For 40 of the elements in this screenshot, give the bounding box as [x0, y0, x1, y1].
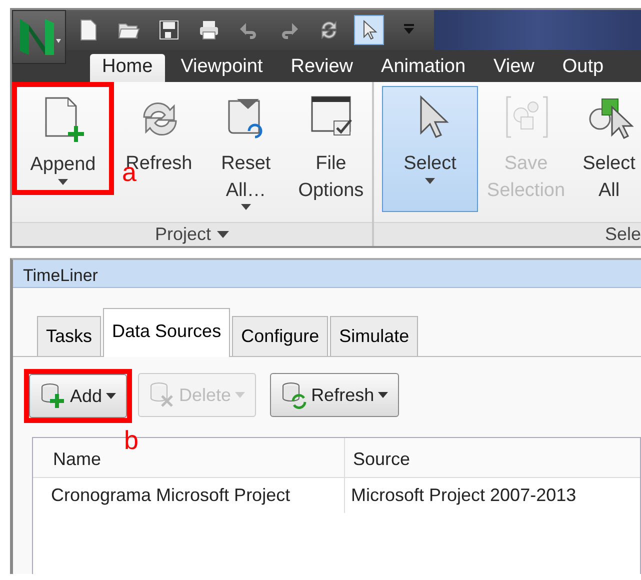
toolbar-button[interactable]: [354, 15, 384, 45]
panel-tab[interactable]: Data Sources: [103, 308, 230, 357]
column-header[interactable]: Source: [353, 449, 410, 469]
ribbon-button[interactable]: Append: [17, 87, 109, 190]
toolbar-button[interactable]: Add: [29, 374, 128, 418]
group-label: Sele: [604, 223, 641, 246]
ribbon-button[interactable]: Reset All…: [204, 86, 288, 216]
caret-icon: [58, 178, 68, 185]
ribbon-tab[interactable]: View: [482, 54, 546, 82]
ribbon-tab[interactable]: Home: [90, 54, 165, 82]
table-cell-text: Microsoft Project 2007-2013: [350, 484, 578, 507]
caret-icon: [217, 231, 230, 238]
caret-icon: [425, 178, 435, 184]
print-icon: [197, 18, 221, 42]
database-delete-icon: [149, 381, 176, 409]
column-header[interactable]: Name: [53, 449, 102, 469]
database-refresh-icon: [281, 381, 308, 409]
logo-icon: [17, 17, 61, 57]
annotation-label: b: [124, 427, 138, 453]
caret-icon: [235, 392, 246, 398]
ribbon-button[interactable]: File Options: [290, 86, 372, 210]
ribbon-button[interactable]: Select All: [574, 86, 641, 210]
ribbon-button[interactable]: Select: [382, 86, 478, 212]
panel-tab[interactable]: Tasks: [37, 316, 102, 356]
ribbon-tab[interactable]: Outp: [550, 54, 616, 82]
caret-icon: [240, 204, 251, 210]
table-cell: Cronograma Microsoft Project: [45, 478, 345, 513]
database-add-icon: [40, 382, 66, 410]
toolbar-button[interactable]: Refresh: [270, 373, 400, 417]
app-menu-button[interactable]: [12, 10, 66, 64]
panel-tab[interactable]: Configure: [232, 316, 328, 356]
ribbon-tab[interactable]: Animation: [369, 54, 478, 82]
panel-title: TimeLiner: [13, 260, 641, 288]
caret-icon: [378, 392, 388, 398]
ribbon-tab[interactable]: Review: [278, 54, 366, 82]
panel-tab[interactable]: Simulate: [330, 316, 418, 356]
ribbon-tab[interactable]: Viewpoint: [168, 54, 275, 82]
caret-icon: [106, 393, 116, 399]
save-icon: [157, 18, 181, 42]
group-label: Project: [154, 223, 212, 246]
